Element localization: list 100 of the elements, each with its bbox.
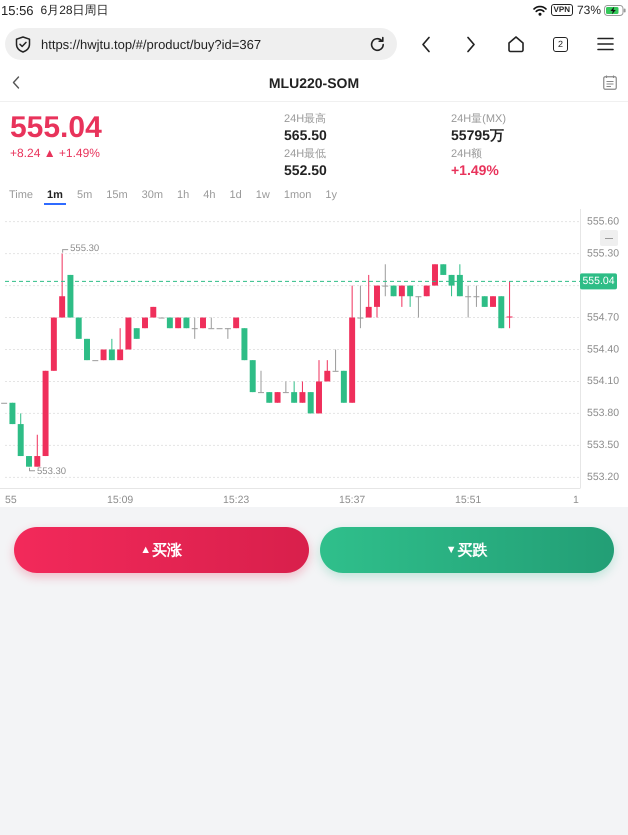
rising-candle [299,380,306,404]
price-axis-label: 553.80 [587,407,620,420]
rising-candle [316,360,322,414]
buy-up-button[interactable]: ▲买涨 [14,527,308,573]
tab-count-button[interactable]: 2 [553,36,568,52]
home-icon[interactable] [506,35,524,53]
reload-icon[interactable] [369,36,386,52]
rising-candle [374,285,380,318]
falling-candle [407,285,414,308]
flat-candle [332,349,339,372]
falling-candle [250,360,256,393]
rising-candle [117,328,124,361]
falling-candle [108,338,115,361]
battery-percent: 73% [576,3,601,17]
stat-value: 552.50 [284,161,327,179]
flat-candle [415,296,422,318]
rising-candle [100,349,107,361]
interval-tab[interactable]: 1w [252,188,273,205]
falling-candle [266,392,272,404]
falling-candle [18,412,24,457]
wifi-icon [532,4,547,16]
stat-label: 24H额 [451,147,482,161]
shield-check-icon [15,36,31,52]
low-price-label: 553.30 [37,466,66,478]
price-axis-label: 553.50 [587,439,620,452]
back-icon[interactable] [420,36,430,52]
falling-candle [291,380,298,404]
status-date: 6月28日周日 [40,2,109,18]
flat-candle [357,285,364,329]
flat-candle [465,285,472,318]
flat-candle [224,328,231,340]
falling-candle [183,317,190,329]
falling-candle [84,338,90,361]
rising-candle [142,317,148,329]
price-axis-label: 554.10 [587,375,620,388]
last-price: 555.04 [10,112,102,144]
forward-icon[interactable] [466,36,476,52]
url-text: https://hwjtu.top/#/product/buy?id=367 [41,36,262,52]
price-change: +8.24 ▲ +1.49% [10,146,100,160]
flat-candle [208,317,214,330]
interval-tab[interactable]: 30m [138,188,166,205]
interval-tab[interactable]: 1mon [280,188,314,205]
price-axis-label: 553.20 [587,471,620,484]
time-axis-label: 55 [5,494,17,506]
leader-line [29,467,36,472]
falling-candle [26,456,32,468]
rising-candle [324,360,330,382]
buy-down-button[interactable]: ▼买跌 [320,527,614,573]
interval-tab[interactable]: 1h [174,188,192,205]
back-icon[interactable] [12,76,20,89]
interval-tab[interactable]: 4h [200,188,219,205]
rising-candle [274,392,281,404]
falling-candle [482,296,488,308]
interval-tab[interactable]: 15m [103,188,131,205]
rising-candle [398,285,405,308]
stat-label: 24H量(MX) [451,112,506,126]
rising-candle [366,274,372,318]
status-time: 15:56 [1,2,34,18]
rising-candle [490,296,496,308]
falling-candle [456,264,463,297]
falling-candle [76,317,82,340]
stat-value: +1.49% [451,161,499,179]
address-bar[interactable]: https://hwjtu.top/#/product/buy?id=367 [5,28,397,60]
rising-candle [424,285,430,297]
flat-candle [473,285,480,308]
interval-tab[interactable]: 1d [226,188,245,205]
document-icon[interactable] [603,75,617,90]
interval-tab[interactable]: 1y [322,188,340,205]
flat-candle [258,370,264,394]
rising-candle [150,306,156,318]
falling-candle [241,328,248,361]
interval-tab[interactable]: Time [6,188,36,205]
rising-candle [233,317,240,329]
last-price-tag: 555.04 [580,273,617,290]
time-axis-label: 15:51 [455,494,482,506]
rising-candle [50,317,57,372]
falling-candle [390,285,397,297]
price-axis-label: 554.40 [587,343,620,356]
rising-candle [175,317,182,329]
stat-label: 24H最低 [284,147,326,161]
rising-candle [125,317,132,350]
menu-icon[interactable] [597,37,614,51]
falling-candle [440,264,446,276]
falling-candle [308,392,314,414]
falling-candle [67,274,74,318]
price-axis-label: 555.30 [587,247,620,260]
falling-candle [166,317,173,329]
stat-value: 565.50 [284,126,327,144]
flat-candle [382,264,388,297]
flat-candle [192,317,198,340]
flat-candle [282,380,289,394]
falling-candle [134,328,140,340]
interval-tab[interactable]: 5m [74,188,96,205]
price-axis-label: 554.70 [587,311,620,324]
falling-candle [448,274,455,297]
vpn-badge: VPN [550,4,573,16]
time-axis-label: 1 [573,494,579,506]
stat-label: 24H最高 [284,112,326,126]
falling-candle [498,296,504,329]
interval-tab[interactable]: 1m [44,188,66,205]
